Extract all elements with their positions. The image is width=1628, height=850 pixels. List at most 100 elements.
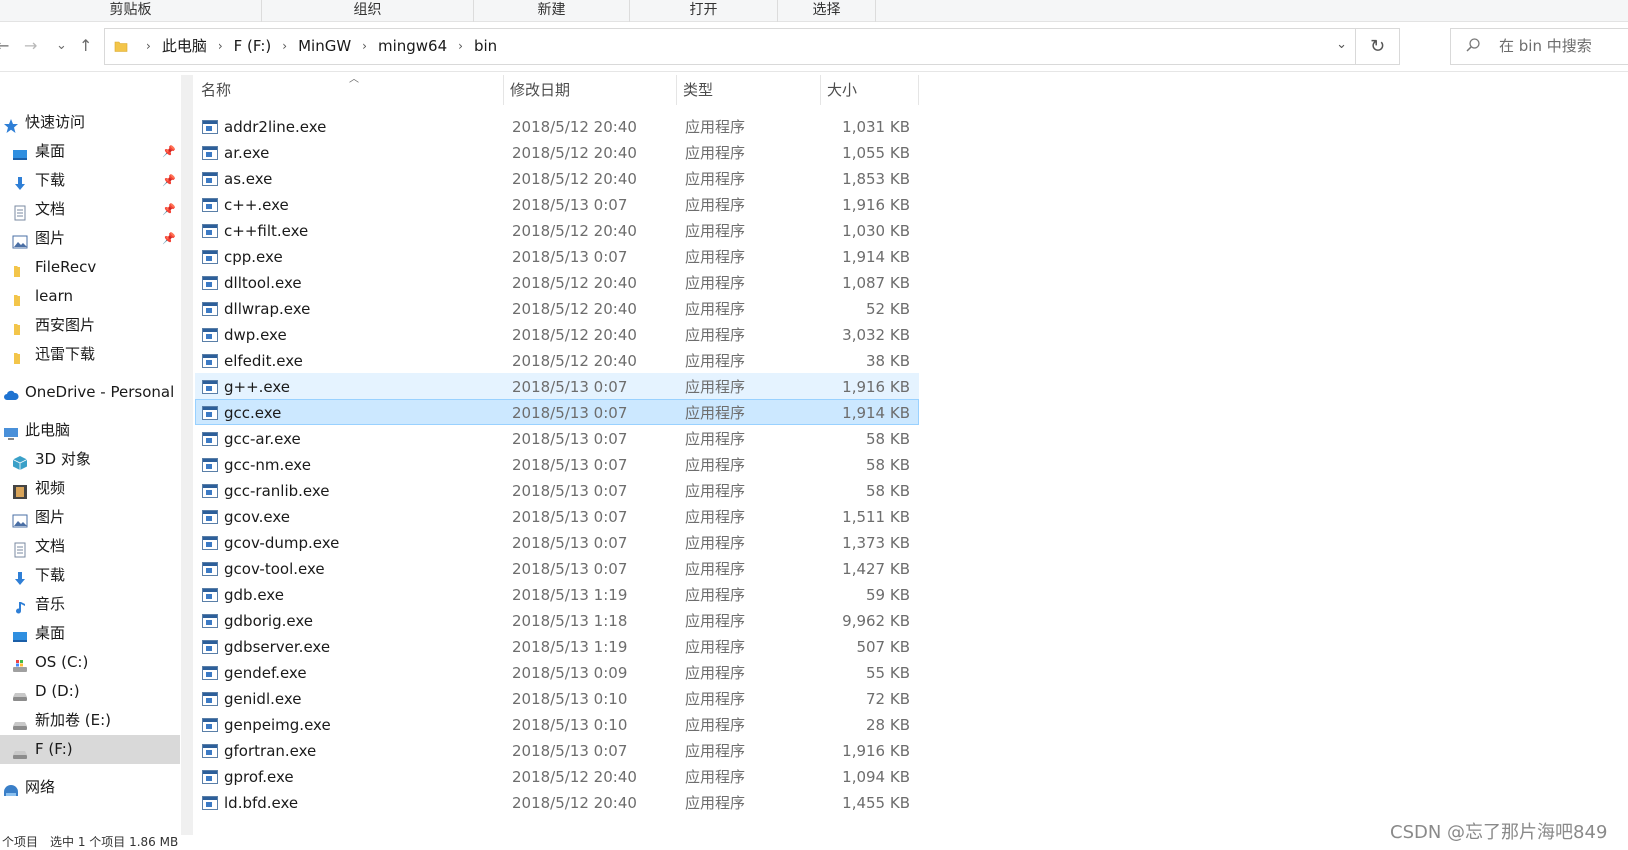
file-type: 应用程序 <box>685 716 746 734</box>
pin-icon[interactable]: 📌 <box>162 224 176 253</box>
search-box[interactable]: 在 bin 中搜索 <box>1450 28 1628 65</box>
file-row[interactable]: cpp.exe 2018/5/13 0:07 应用程序 1,914 KB <box>195 243 919 269</box>
sidebar-item[interactable]: D (D:) <box>0 677 180 706</box>
breadcrumb-drive-f[interactable]: F (F:) <box>234 29 272 64</box>
file-row[interactable]: gcc-ranlib.exe 2018/5/13 0:07 应用程序 58 KB <box>195 477 919 503</box>
navigation-pane-scrollbar[interactable] <box>181 75 193 835</box>
file-row[interactable]: gcov-dump.exe 2018/5/13 0:07 应用程序 1,373 KB <box>195 529 919 555</box>
sidebar-item[interactable]: 图片 📌 <box>0 224 180 253</box>
file-row[interactable]: dllwrap.exe 2018/5/12 20:40 应用程序 52 KB <box>195 295 919 321</box>
breadcrumb-this-pc[interactable]: 此电脑 <box>162 29 207 64</box>
sidebar-item[interactable]: 迅雷下载 <box>0 340 180 369</box>
column-header-size[interactable]: 大小 <box>821 75 919 105</box>
file-name: gcov.exe <box>224 508 291 526</box>
file-row[interactable]: c++.exe 2018/5/13 0:07 应用程序 1,916 KB <box>195 191 919 217</box>
up-button[interactable]: ↑ <box>79 35 92 57</box>
file-row[interactable]: gcc-ar.exe 2018/5/13 0:07 应用程序 58 KB <box>195 425 919 451</box>
file-row[interactable]: ar.exe 2018/5/12 20:40 应用程序 1,055 KB <box>195 139 919 165</box>
address-dropdown-icon[interactable]: ⌄ <box>1336 37 1347 52</box>
ribbon-group-open[interactable]: 打开 <box>630 0 778 22</box>
status-bar: 个项目 选中 1 个项目 1.86 MB <box>2 835 179 849</box>
address-bar[interactable]: › 此电脑 › F (F:) › MinGW › mingw64 › bin ⌄… <box>104 28 1400 65</box>
file-name: gdbserver.exe <box>224 638 331 656</box>
file-type: 应用程序 <box>685 456 746 474</box>
breadcrumb-separator[interactable]: › <box>271 29 298 64</box>
sidebar-item[interactable]: 视频 <box>0 474 180 503</box>
sidebar-item[interactable]: OneDrive - Personal <box>0 378 180 407</box>
sidebar-item-label: FileRecv <box>35 258 97 276</box>
file-type: 应用程序 <box>685 612 746 630</box>
sidebar-item[interactable]: learn <box>0 282 180 311</box>
file-row[interactable]: genidl.exe 2018/5/13 0:10 应用程序 72 KB <box>195 685 919 711</box>
file-row[interactable]: gdb.exe 2018/5/13 1:19 应用程序 59 KB <box>195 581 919 607</box>
sidebar-item[interactable]: 桌面 <box>0 619 180 648</box>
sidebar-item[interactable]: 桌面 📌 <box>0 137 180 166</box>
file-row[interactable]: gprof.exe 2018/5/12 20:40 应用程序 1,094 KB <box>195 763 919 789</box>
breadcrumb-mingw[interactable]: MinGW <box>298 29 351 64</box>
ribbon-group-select[interactable]: 选择 <box>778 0 876 22</box>
file-row[interactable]: gcc-nm.exe 2018/5/13 0:07 应用程序 58 KB <box>195 451 919 477</box>
file-row[interactable]: dwp.exe 2018/5/12 20:40 应用程序 3,032 KB <box>195 321 919 347</box>
file-type: 应用程序 <box>685 300 746 318</box>
file-row[interactable]: gcov.exe 2018/5/13 0:07 应用程序 1,511 KB <box>195 503 919 529</box>
file-type: 应用程序 <box>685 274 746 292</box>
file-row[interactable]: gcc.exe 2018/5/13 0:07 应用程序 1,914 KB <box>195 399 919 425</box>
file-row[interactable]: g++.exe 2018/5/13 0:07 应用程序 1,916 KB <box>195 373 919 399</box>
sidebar-item[interactable]: 新加卷 (E:) <box>0 706 180 735</box>
search-input[interactable]: 在 bin 中搜索 <box>1499 29 1592 64</box>
file-row[interactable]: ld.bfd.exe 2018/5/12 20:40 应用程序 1,455 KB <box>195 789 919 815</box>
ribbon-group-new[interactable]: 新建 <box>474 0 630 22</box>
column-header-modified[interactable]: 修改日期 <box>504 75 677 105</box>
breadcrumb-mingw64[interactable]: mingw64 <box>378 29 447 64</box>
back-button[interactable]: ← <box>0 35 9 57</box>
file-row[interactable]: elfedit.exe 2018/5/12 20:40 应用程序 38 KB <box>195 347 919 373</box>
sidebar-item[interactable]: F (F:) <box>0 735 180 764</box>
sidebar-item[interactable]: 下载 <box>0 561 180 590</box>
ribbon-group-clipboard[interactable]: 剪贴板 <box>0 0 262 22</box>
file-row[interactable]: gendef.exe 2018/5/13 0:09 应用程序 55 KB <box>195 659 919 685</box>
file-type: 应用程序 <box>685 664 746 682</box>
breadcrumb-separator[interactable]: › <box>135 29 162 64</box>
column-header-type[interactable]: 类型 <box>677 75 821 105</box>
sidebar-item-label: 图片 <box>35 508 66 526</box>
sidebar-item[interactable]: 文档 <box>0 532 180 561</box>
file-row[interactable]: dlltool.exe 2018/5/12 20:40 应用程序 1,087 KB <box>195 269 919 295</box>
pin-icon[interactable]: 📌 <box>162 195 176 224</box>
file-row[interactable]: genpeimg.exe 2018/5/13 0:10 应用程序 28 KB <box>195 711 919 737</box>
executable-icon <box>202 250 218 264</box>
sidebar-item[interactable]: OS (C:) <box>0 648 180 677</box>
sidebar-item[interactable]: 西安图片 <box>0 311 180 340</box>
sidebar-item[interactable]: 下载 📌 <box>0 166 180 195</box>
file-row[interactable]: addr2line.exe 2018/5/12 20:40 应用程序 1,031 KB <box>195 113 919 139</box>
file-size: 1,373 KB <box>842 534 910 552</box>
pin-icon[interactable]: 📌 <box>162 166 176 195</box>
pin-icon[interactable]: 📌 <box>162 137 176 166</box>
sidebar-item[interactable]: 快速访问 <box>0 108 180 137</box>
file-size: 59 KB <box>866 586 910 604</box>
file-modified: 2018/5/13 0:10 <box>512 690 628 708</box>
file-row[interactable]: as.exe 2018/5/12 20:40 应用程序 1,853 KB <box>195 165 919 191</box>
forward-button[interactable]: → <box>24 35 37 57</box>
file-row[interactable]: gcov-tool.exe 2018/5/13 0:07 应用程序 1,427 KB <box>195 555 919 581</box>
sidebar-item[interactable]: 图片 <box>0 503 180 532</box>
file-row[interactable]: gdborig.exe 2018/5/13 1:18 应用程序 9,962 KB <box>195 607 919 633</box>
ribbon-group-organize[interactable]: 组织 <box>262 0 474 22</box>
sidebar-item[interactable]: 此电脑 <box>0 416 180 445</box>
sidebar-item[interactable]: FileRecv <box>0 253 180 282</box>
recent-locations-button[interactable]: ⌄ <box>56 35 67 57</box>
file-size: 1,916 KB <box>842 196 910 214</box>
sidebar-item[interactable]: 网络 <box>0 773 180 802</box>
breadcrumb-separator[interactable]: › <box>351 29 378 64</box>
breadcrumb-separator[interactable]: › <box>447 29 474 64</box>
file-row[interactable]: c++filt.exe 2018/5/12 20:40 应用程序 1,030 KB <box>195 217 919 243</box>
sidebar-item[interactable]: 3D 对象 <box>0 445 180 474</box>
breadcrumb-separator[interactable]: › <box>207 29 234 64</box>
sidebar-item[interactable]: 文档 📌 <box>0 195 180 224</box>
file-row[interactable]: gdbserver.exe 2018/5/13 1:19 应用程序 507 KB <box>195 633 919 659</box>
file-row[interactable]: gfortran.exe 2018/5/13 0:07 应用程序 1,916 KB <box>195 737 919 763</box>
refresh-button[interactable]: ↻ <box>1355 29 1399 64</box>
file-type: 应用程序 <box>685 378 746 396</box>
sidebar-item[interactable]: 音乐 <box>0 590 180 619</box>
file-modified: 2018/5/12 20:40 <box>512 118 637 136</box>
breadcrumb-bin[interactable]: bin <box>474 29 497 64</box>
